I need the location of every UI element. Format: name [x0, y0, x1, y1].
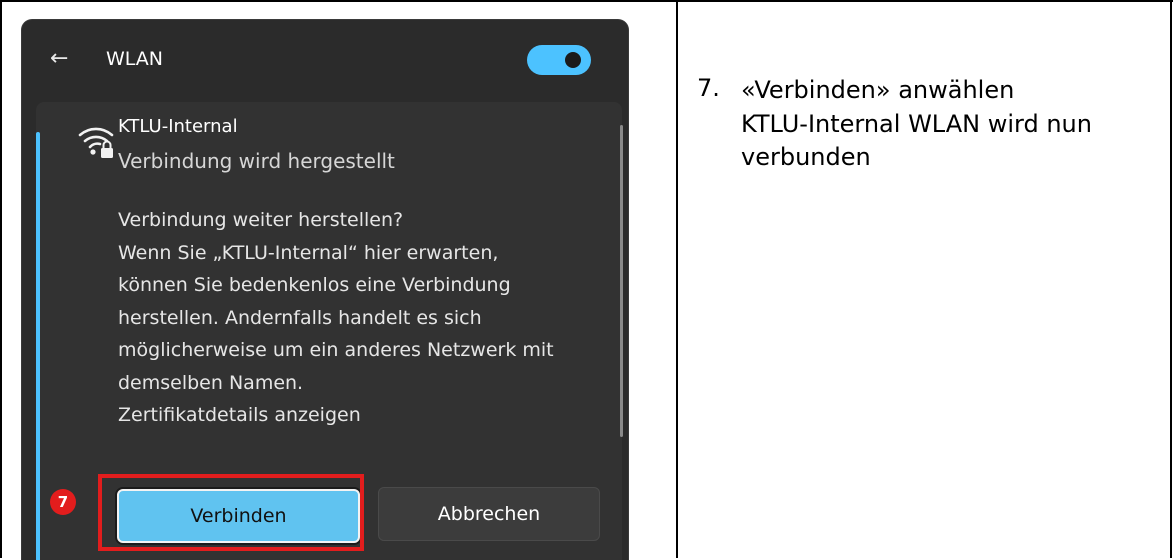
toggle-knob: [565, 52, 581, 68]
step-badge: 7: [50, 489, 76, 515]
cancel-button[interactable]: Abbrechen: [378, 487, 600, 541]
wlan-title: WLAN: [106, 48, 164, 70]
table-border-top: [0, 0, 1173, 2]
instruction-line: «Verbinden» anwählen: [741, 76, 1015, 104]
step-instructions: «Verbinden» anwählen KTLU-Internal WLAN …: [741, 74, 1092, 175]
network-name: KTLU-Internal: [118, 116, 238, 137]
table-column-divider: [676, 0, 678, 558]
instruction-line: verbunden: [741, 143, 871, 171]
prompt-line: können Sie bedenkenlos eine Verbindung: [118, 274, 511, 296]
wifi-lock-icon: [78, 127, 114, 158]
prompt-line: Wenn Sie „KTLU-Internal“ hier erwarten,: [118, 241, 499, 264]
prompt-line: Verbindung weiter herstellen?: [118, 209, 404, 231]
table-border-left: [0, 0, 2, 558]
arrow-left-icon[interactable]: ←: [50, 46, 68, 71]
prompt-line: herstellen. Andernfalls handelt es sich: [118, 306, 482, 329]
wlan-toggle[interactable]: [527, 45, 591, 75]
table-border-right: [1170, 0, 1172, 558]
prompt-line: demselben Namen.: [118, 371, 304, 394]
highlight-box: [98, 474, 364, 551]
scrollbar[interactable]: [620, 125, 623, 437]
step-number: 7.: [697, 74, 720, 102]
prompt-line: möglicherweise um ein anderes Netzwerk m…: [118, 339, 554, 361]
certificate-details-link[interactable]: Zertifikatdetails anzeigen: [118, 399, 618, 432]
connection-prompt: Verbindung weiter herstellen? Wenn Sie „…: [118, 204, 618, 432]
selection-accent-bar: [36, 132, 40, 560]
network-status: Verbindung wird hergestellt: [118, 149, 395, 173]
instruction-line: KTLU-Internal WLAN wird nun: [741, 109, 1092, 138]
